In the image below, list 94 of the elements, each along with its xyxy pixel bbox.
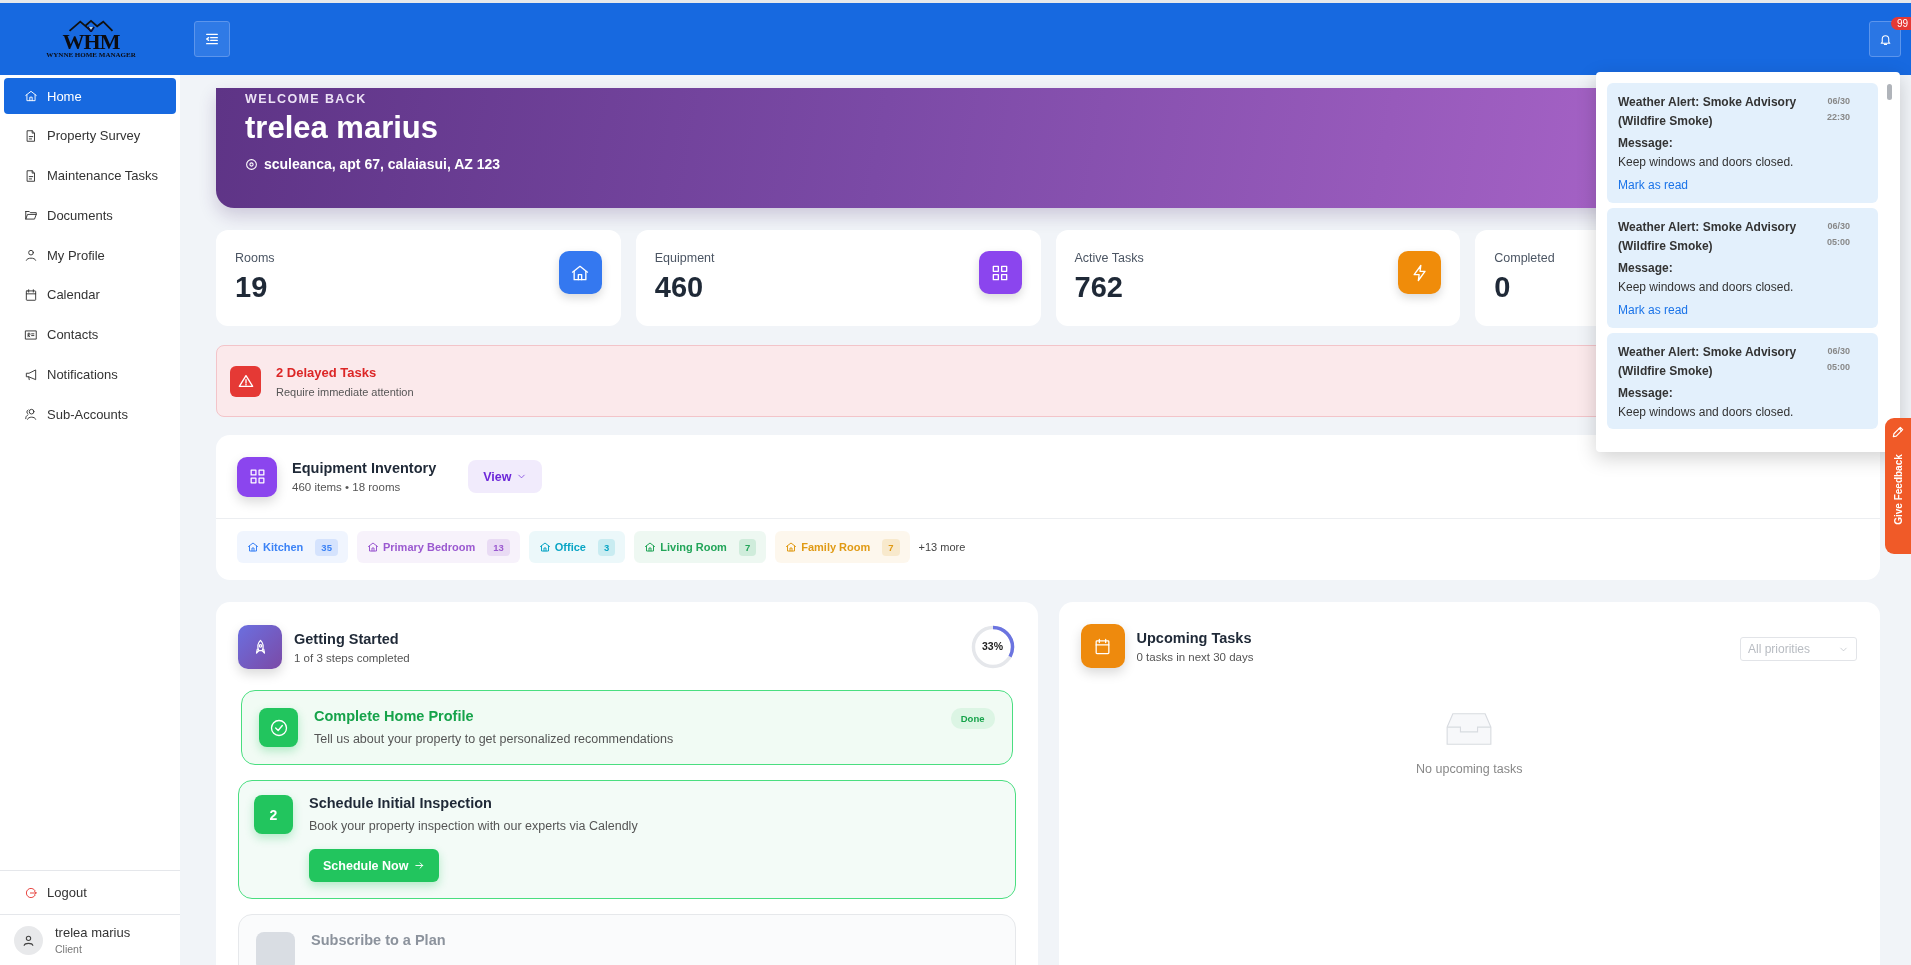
logout-button[interactable]: Logout: [0, 870, 180, 915]
stat-value: 0: [1494, 271, 1512, 304]
welcome-label: WELCOME BACK: [245, 92, 367, 106]
calendar-icon: [24, 288, 38, 302]
room-count: 13: [487, 538, 510, 556]
message-text: Keep windows and doors closed.: [1618, 405, 1795, 419]
user-icon: [22, 933, 35, 947]
notification-title: Weather Alert: Smoke Advisory (Wildfire Smoke): [1618, 94, 1798, 130]
stat-value: 19: [235, 271, 269, 304]
notification-time: 22:30: [1826, 111, 1850, 124]
sidebar-item[interactable]: Documents: [4, 197, 176, 234]
stat-label: Completed: [1494, 251, 1555, 265]
message-label: Message:: [1618, 136, 1674, 150]
arrow-icon: [414, 860, 426, 871]
mark-as-read-link[interactable]: Mark as read: [1618, 178, 1689, 192]
card-title: Getting Started: [294, 630, 400, 647]
notification-date: 06/30: [1826, 95, 1850, 108]
room-count: 35: [315, 538, 338, 556]
message-label: Message:: [1618, 386, 1674, 400]
megaphone-icon: [24, 367, 38, 382]
message-label: Message:: [1618, 261, 1674, 275]
sidebar-item[interactable]: Home: [4, 78, 176, 114]
user-name: trelea marius: [55, 925, 131, 940]
sidebar-item[interactable]: Property Survey: [4, 117, 176, 154]
sidebar-item[interactable]: Maintenance Tasks: [4, 157, 176, 194]
contact-card-icon: [24, 327, 38, 342]
card-subtitle: 1 of 3 steps completed: [294, 651, 411, 664]
room-count: 7: [882, 538, 900, 556]
notification-date: 06/30: [1826, 345, 1850, 358]
step-tile: [256, 932, 295, 965]
notification-title: Weather Alert: Smoke Advisory (Wildfire Smoke): [1618, 344, 1798, 380]
warning-icon: [237, 373, 254, 389]
notification-time: 05:00: [1826, 361, 1850, 374]
document-icon: [24, 168, 38, 183]
users-icon: [24, 407, 38, 422]
feedback-tab[interactable]: Give Feedback: [1885, 418, 1911, 554]
menu-button[interactable]: [194, 21, 230, 57]
logout-icon: [24, 885, 38, 900]
more-rooms-link[interactable]: +13 more: [918, 541, 966, 553]
location-icon: [245, 157, 258, 171]
sidebar-item[interactable]: Notifications: [4, 356, 176, 393]
notification-title: Weather Alert: Smoke Advisory (Wildfire Smoke): [1618, 219, 1798, 255]
card-subtitle: 0 tasks in next 30 days: [1136, 650, 1255, 663]
alert-subtitle: Require immediate attention: [276, 385, 414, 398]
room-count: 7: [738, 538, 757, 556]
check-icon: [268, 717, 289, 738]
step-description: Book your property inspection with our experts via Calendly: [309, 819, 639, 833]
notification-badge: 99: [1890, 17, 1911, 30]
stat-label: Equipment: [654, 251, 715, 265]
menu-icon: [204, 31, 220, 47]
room-count: 3: [598, 538, 616, 556]
progress-ring: [969, 624, 1016, 670]
card-title: Upcoming Tasks: [1136, 629, 1253, 646]
sidebar-item[interactable]: Calendar: [4, 277, 176, 313]
user-icon: [24, 248, 38, 263]
view-button[interactable]: View: [468, 460, 543, 493]
step-title: Schedule Initial Inspection: [309, 795, 493, 811]
mark-as-read-link[interactable]: Mark as read: [1618, 303, 1689, 317]
card-title: Equipment Inventory: [292, 460, 437, 476]
welcome-name: trelea marius: [245, 110, 438, 146]
home-icon: [24, 89, 38, 103]
document-icon: [24, 128, 38, 143]
calendar-icon: [1093, 636, 1112, 656]
notification-time: 05:00: [1826, 236, 1850, 249]
folder-icon: [24, 208, 38, 223]
notification-date: 06/30: [1826, 220, 1850, 233]
step-description: Tell us about your property to get personalized recommendations: [314, 732, 675, 746]
stat-value: 762: [1074, 271, 1124, 304]
status-pill: Done: [950, 708, 995, 729]
step-title: Subscribe to a Plan: [311, 932, 447, 948]
room-chip[interactable]: Kitchen 35: [237, 531, 348, 563]
scrollbar-thumb[interactable]: [1887, 84, 1892, 100]
message-text: Keep windows and doors closed.: [1618, 280, 1795, 294]
sidebar-item[interactable]: Sub-Accounts: [4, 396, 176, 433]
stat-label: Active Tasks: [1074, 251, 1144, 265]
stat-label: Rooms: [235, 251, 275, 265]
pencil-icon: [1891, 425, 1905, 439]
empty-tray-icon: [1445, 710, 1494, 748]
room-chip[interactable]: Primary Bedroom 13: [356, 531, 520, 563]
message-text: Keep windows and doors closed.: [1618, 155, 1795, 169]
sidebar-item[interactable]: Contacts: [4, 316, 176, 353]
card-subtitle: 460 items • 18 rooms: [292, 481, 402, 493]
progress-percent: 33%: [981, 640, 1004, 652]
empty-message: No upcoming tasks: [1416, 762, 1523, 776]
logo-text: WHM: [62, 32, 120, 51]
bell-icon: [1878, 32, 1892, 46]
alert-title: 2 Delayed Tasks: [276, 364, 378, 380]
user-role: Client: [55, 943, 83, 955]
stat-value: 460: [654, 271, 705, 304]
address-text: sculeanca, apt 67, calaiasui, AZ 123: [264, 156, 501, 172]
step-title: Complete Home Profile: [314, 708, 475, 724]
step-number: 2: [254, 795, 293, 834]
houses-icon: [68, 19, 114, 32]
sidebar-item[interactable]: My Profile: [4, 237, 176, 274]
